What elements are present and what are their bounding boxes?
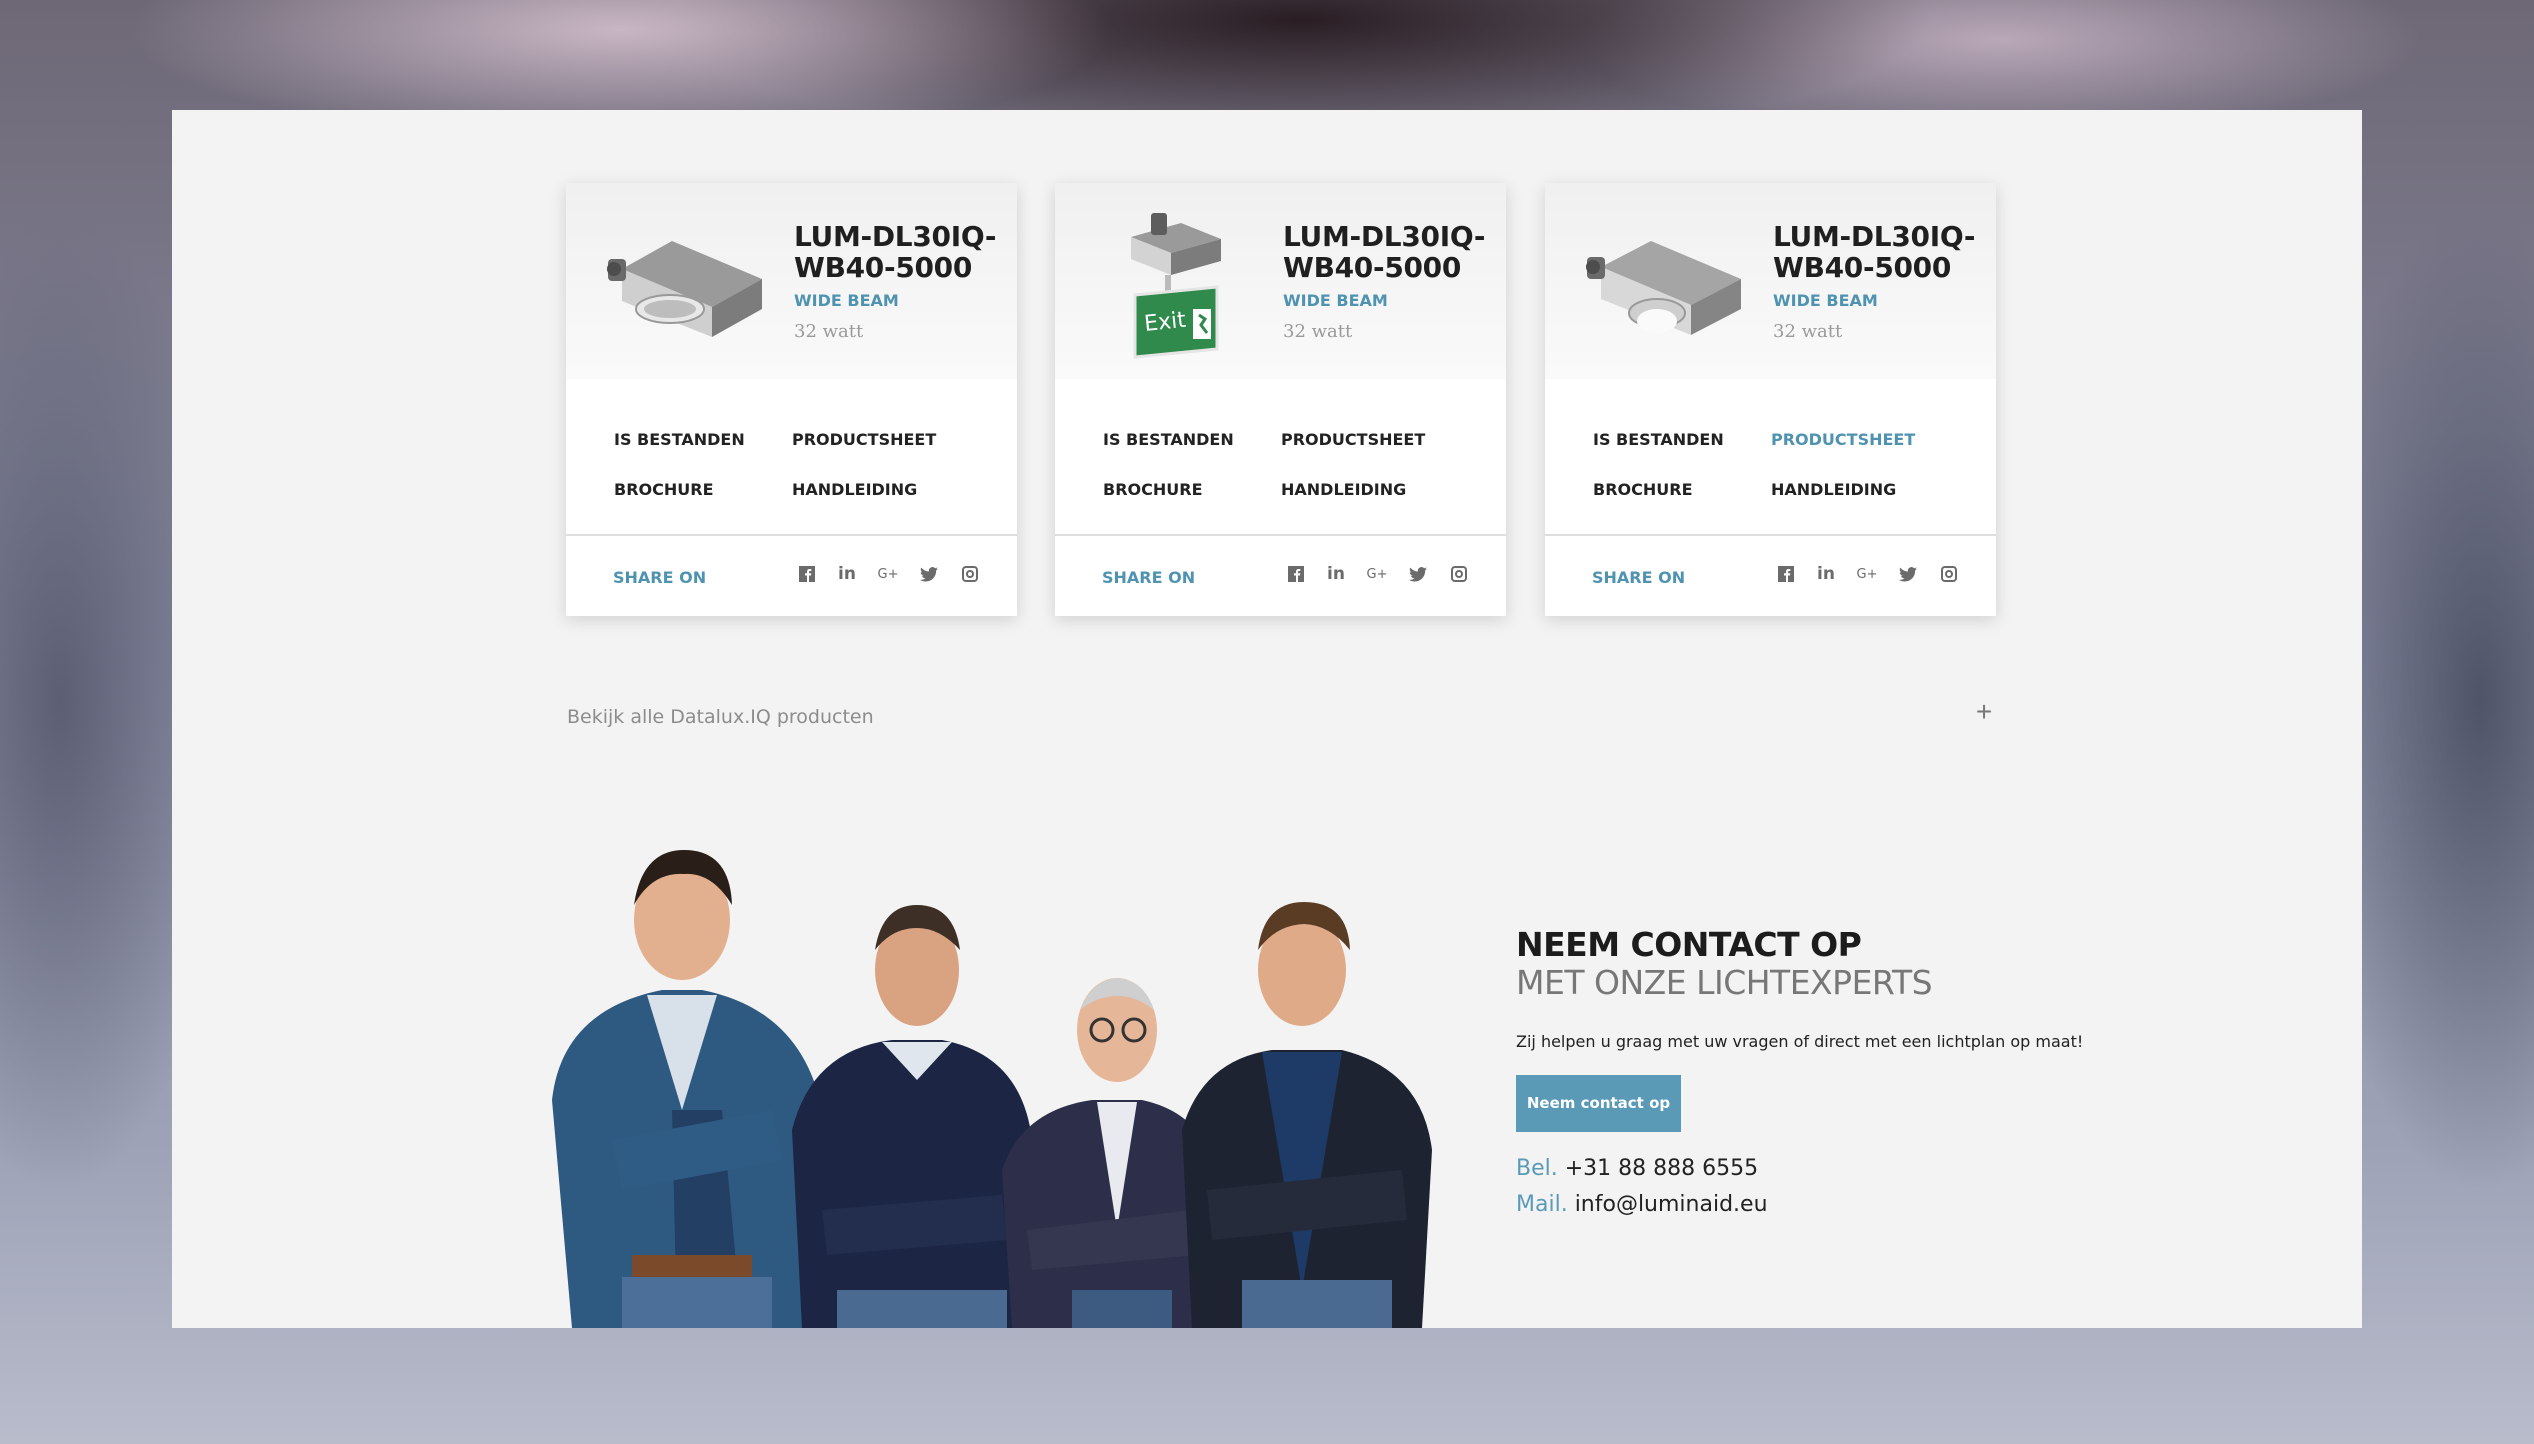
link-brochure[interactable]: BROCHURE — [614, 480, 714, 499]
contact-heading: NEEM CONTACT OP — [1516, 925, 1862, 964]
team-photo — [552, 850, 1432, 1328]
product-card: LUM-DL30IQ-WB40-5000 WIDE BEAM 32 watt I… — [566, 183, 1017, 616]
link-brochure[interactable]: BROCHURE — [1103, 480, 1203, 499]
link-productsheet[interactable]: PRODUCTSHEET — [1771, 430, 1915, 449]
team-member-2 — [792, 905, 1032, 1328]
expand-plus-icon[interactable]: + — [1969, 697, 1999, 727]
link-is-bestanden[interactable]: IS BESTANDEN — [1103, 430, 1234, 449]
share-label: SHARE ON — [1592, 568, 1686, 587]
facebook-icon[interactable] — [796, 563, 818, 585]
product-beam: WIDE BEAM — [1283, 291, 1388, 310]
share-label: SHARE ON — [613, 568, 707, 587]
linkedin-icon[interactable]: in — [1325, 563, 1347, 585]
download-links: IS BESTANDEN PRODUCTSHEET BROCHURE HANDL… — [1103, 430, 1483, 500]
product-wattage: 32 watt — [1283, 321, 1353, 342]
divider — [1055, 534, 1506, 536]
linkedin-icon[interactable]: in — [1815, 563, 1837, 585]
product-card-header: LUM-DL30IQ-WB40-5000 WIDE BEAM 32 watt — [1545, 183, 1996, 379]
divider — [566, 534, 1017, 536]
twitter-icon[interactable] — [918, 563, 940, 585]
link-is-bestanden[interactable]: IS BESTANDEN — [614, 430, 745, 449]
product-card: LUM-DL30IQ-WB40-5000 WIDE BEAM 32 watt I… — [1545, 183, 1996, 616]
phone-label: Bel. — [1516, 1156, 1558, 1181]
product-wattage: 32 watt — [794, 321, 864, 342]
downlight-product-image — [607, 241, 762, 337]
contact-subheading: MET ONZE LICHTEXPERTS — [1516, 963, 1933, 1002]
link-handleiding[interactable]: HANDLEIDING — [1281, 480, 1406, 499]
google-plus-icon[interactable]: G+ — [1856, 563, 1878, 585]
twitter-icon[interactable] — [1407, 563, 1429, 585]
contact-button[interactable]: Neem contact op — [1516, 1075, 1681, 1132]
twitter-icon[interactable] — [1897, 563, 1919, 585]
download-links: IS BESTANDEN PRODUCTSHEET BROCHURE HANDL… — [614, 430, 994, 500]
instagram-icon[interactable] — [1938, 563, 1960, 585]
linkedin-icon[interactable]: in — [836, 563, 858, 585]
facebook-icon[interactable] — [1775, 563, 1797, 585]
mail-address[interactable]: info@luminaid.eu — [1575, 1192, 1768, 1217]
product-beam: WIDE BEAM — [794, 291, 899, 310]
product-title: LUM-DL30IQ-WB40-5000 — [1773, 220, 1976, 284]
download-links: IS BESTANDEN PRODUCTSHEET BROCHURE HANDL… — [1593, 430, 1973, 500]
product-card-header: Exit LUM-DL30IQ-WB40-5000 WIDE BEAM 32 w… — [1055, 183, 1506, 379]
link-brochure[interactable]: BROCHURE — [1593, 480, 1693, 499]
facebook-icon[interactable] — [1285, 563, 1307, 585]
phone-line: Bel. +31 88 888 6555 — [1516, 1154, 2316, 1184]
instagram-icon[interactable] — [1448, 563, 1470, 585]
phone-number[interactable]: +31 88 888 6555 — [1565, 1156, 1758, 1181]
mail-label: Mail. — [1516, 1192, 1568, 1217]
contact-text: Zij helpen u graag met uw vragen of dire… — [1516, 1032, 2084, 1051]
product-wattage: 32 watt — [1773, 321, 1843, 342]
link-handleiding[interactable]: HANDLEIDING — [792, 480, 917, 499]
product-title: LUM-DL30IQ-WB40-5000 — [1283, 220, 1486, 284]
share-label: SHARE ON — [1102, 568, 1196, 587]
product-card-header: LUM-DL30IQ-WB40-5000 WIDE BEAM 32 watt — [566, 183, 1017, 379]
google-plus-icon[interactable]: G+ — [877, 563, 899, 585]
product-card: Exit LUM-DL30IQ-WB40-5000 WIDE BEAM 32 w… — [1055, 183, 1506, 616]
product-title: LUM-DL30IQ-WB40-5000 — [794, 220, 997, 284]
mail-line: Mail. info@luminaid.eu — [1516, 1190, 2316, 1220]
exit-sign-label: Exit — [1143, 308, 1187, 337]
google-plus-icon[interactable]: G+ — [1366, 563, 1388, 585]
contact-section: NEEM CONTACT OP MET ONZE LICHTEXPERTS Zi… — [1516, 926, 2316, 1220]
content-panel: LUM-DL30IQ-WB40-5000 WIDE BEAM 32 watt I… — [172, 110, 2362, 1328]
exit-sign-product-image: Exit — [1131, 213, 1221, 359]
view-all-products-link[interactable]: Bekijk alle Datalux.IQ producten — [567, 706, 874, 728]
divider — [1545, 534, 1996, 536]
link-productsheet[interactable]: PRODUCTSHEET — [1281, 430, 1425, 449]
instagram-icon[interactable] — [959, 563, 981, 585]
team-member-4 — [1182, 902, 1432, 1328]
spotlight-product-image — [1586, 241, 1741, 335]
link-handleiding[interactable]: HANDLEIDING — [1771, 480, 1896, 499]
link-productsheet[interactable]: PRODUCTSHEET — [792, 430, 936, 449]
link-is-bestanden[interactable]: IS BESTANDEN — [1593, 430, 1724, 449]
product-beam: WIDE BEAM — [1773, 291, 1878, 310]
